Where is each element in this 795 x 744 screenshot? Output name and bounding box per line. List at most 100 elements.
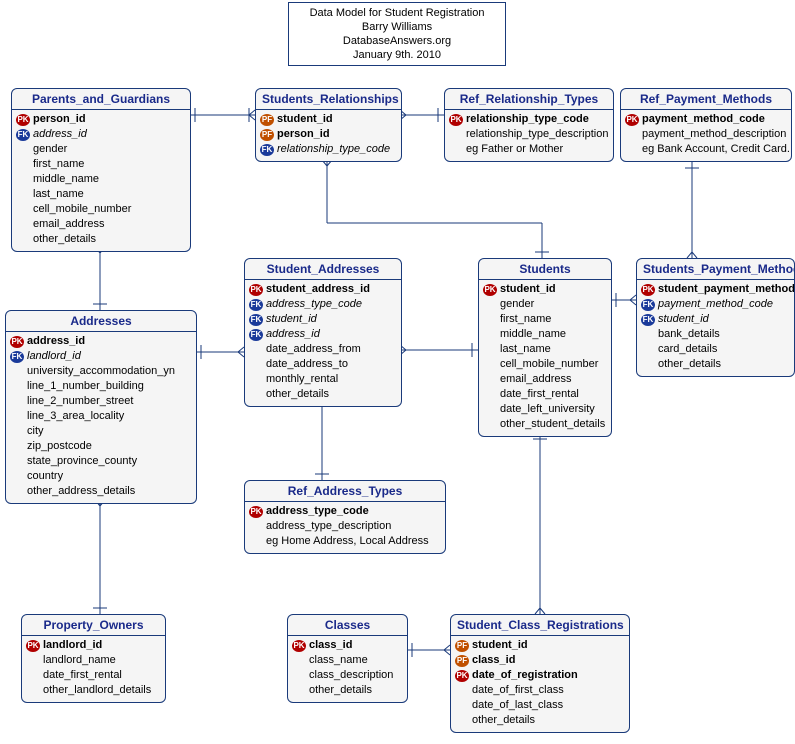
entity-title: Addresses — [6, 311, 196, 332]
column-name: last_name — [33, 187, 84, 202]
column-row: PKaddress_type_code — [249, 504, 441, 519]
entity-title: Parents_and_Guardians — [12, 89, 190, 110]
column-row: PKaddress_id — [10, 334, 192, 349]
column-row: country — [10, 469, 192, 484]
column-row: PKstudent_id — [483, 282, 607, 297]
column-name: line_3_area_locality — [27, 409, 124, 424]
entity-body: PKlandlord_idlandlord_namedate_first_ren… — [22, 636, 165, 702]
entity-body: PKstudent_idgenderfirst_namemiddle_namel… — [479, 280, 611, 436]
column-row: line_2_number_street — [10, 394, 192, 409]
diagram-title: Data Model for Student Registration Barr… — [288, 2, 506, 66]
column-name: class_description — [309, 668, 393, 683]
column-name: date_of_registration — [472, 668, 578, 683]
column-row: university_accommodation_yn — [10, 364, 192, 379]
column-row: address_type_description — [249, 519, 441, 534]
column-row: date_of_first_class — [455, 683, 625, 698]
column-row: PKperson_id — [16, 112, 186, 127]
entity-body: PKaddress_type_codeaddress_type_descript… — [245, 502, 445, 553]
column-row: last_name — [483, 342, 607, 357]
column-row: date_left_university — [483, 402, 607, 417]
column-name: person_id — [277, 127, 330, 142]
column-name: city — [27, 424, 44, 439]
column-row: eg Bank Account, Credit Card. — [625, 142, 787, 157]
column-row: FKaddress_id — [249, 327, 397, 342]
column-name: date_first_rental — [43, 668, 122, 683]
column-name: class_name — [309, 653, 368, 668]
column-name: state_province_county — [27, 454, 137, 469]
column-name: address_id — [33, 127, 87, 142]
column-row: FKstudent_id — [249, 312, 397, 327]
entity-student-addresses: Student_Addresses PKstudent_address_idFK… — [244, 258, 402, 407]
column-name: other_address_details — [27, 484, 135, 499]
column-row: middle_name — [16, 172, 186, 187]
entity-student-class-registrations: Student_Class_Registrations PFstudent_id… — [450, 614, 630, 733]
column-name: line_2_number_street — [27, 394, 133, 409]
column-name: address_type_code — [266, 297, 362, 312]
column-name: other_details — [266, 387, 329, 402]
column-name: last_name — [500, 342, 551, 357]
entity-body: PKrelationship_type_coderelationship_typ… — [445, 110, 613, 161]
column-name: student_id — [277, 112, 333, 127]
fk-icon: FK — [16, 129, 30, 141]
column-name: student_id — [658, 312, 709, 327]
entity-students-payment-methods: Students_Payment_Methods PKstudent_payme… — [636, 258, 795, 377]
column-row: line_1_number_building — [10, 379, 192, 394]
entity-title: Students_Payment_Methods — [637, 259, 794, 280]
entity-title: Ref_Payment_Methods — [621, 89, 791, 110]
entity-title: Property_Owners — [22, 615, 165, 636]
column-name: date_address_to — [266, 357, 348, 372]
entity-title: Ref_Address_Types — [245, 481, 445, 502]
pk-icon: PK — [455, 670, 469, 682]
column-row: first_name — [483, 312, 607, 327]
column-row: card_details — [641, 342, 790, 357]
column-row: FKaddress_type_code — [249, 297, 397, 312]
column-name: other_landlord_details — [43, 683, 151, 698]
column-name: landlord_id — [27, 349, 81, 364]
entity-classes: Classes PKclass_idclass_nameclass_descri… — [287, 614, 408, 703]
title-line: DatabaseAnswers.org — [299, 34, 495, 48]
column-name: monthly_rental — [266, 372, 338, 387]
column-row: PFstudent_id — [455, 638, 625, 653]
column-name: other_details — [33, 232, 96, 247]
column-row: bank_details — [641, 327, 790, 342]
entity-body: PKstudent_address_idFKaddress_type_codeF… — [245, 280, 401, 406]
entity-ref-address-types: Ref_Address_Types PKaddress_type_codeadd… — [244, 480, 446, 554]
entity-body: PFstudent_idPFclass_idPKdate_of_registra… — [451, 636, 629, 732]
column-row: FKpayment_method_code — [641, 297, 790, 312]
pk-icon: PK — [26, 640, 40, 652]
column-row: first_name — [16, 157, 186, 172]
entity-title: Ref_Relationship_Types — [445, 89, 613, 110]
entity-property-owners: Property_Owners PKlandlord_idlandlord_na… — [21, 614, 166, 703]
column-row: cell_mobile_number — [483, 357, 607, 372]
column-name: zip_postcode — [27, 439, 92, 454]
column-row: date_first_rental — [26, 668, 161, 683]
entity-title: Students_Relationships — [256, 89, 401, 110]
pk-icon: PK — [625, 114, 639, 126]
column-row: PFstudent_id — [260, 112, 397, 127]
column-name: date_left_university — [500, 402, 595, 417]
pf-icon: PF — [455, 640, 469, 652]
column-row: PKdate_of_registration — [455, 668, 625, 683]
column-name: line_1_number_building — [27, 379, 144, 394]
column-row: date_first_rental — [483, 387, 607, 402]
title-line: Barry Williams — [299, 20, 495, 34]
column-name: middle_name — [33, 172, 99, 187]
pf-icon: PF — [260, 114, 274, 126]
entity-ref-payment-methods: Ref_Payment_Methods PKpayment_method_cod… — [620, 88, 792, 162]
fk-icon: FK — [641, 314, 655, 326]
column-row: email_address — [16, 217, 186, 232]
column-row: landlord_name — [26, 653, 161, 668]
column-row: date_of_last_class — [455, 698, 625, 713]
column-name: first_name — [33, 157, 84, 172]
column-name: eg Bank Account, Credit Card. — [642, 142, 790, 157]
column-row: other_details — [292, 683, 403, 698]
column-row: class_name — [292, 653, 403, 668]
column-row: zip_postcode — [10, 439, 192, 454]
column-row: PKclass_id — [292, 638, 403, 653]
pk-icon: PK — [10, 336, 24, 348]
column-name: other_student_details — [500, 417, 605, 432]
column-name: class_id — [472, 653, 515, 668]
column-row: other_landlord_details — [26, 683, 161, 698]
column-row: date_address_from — [249, 342, 397, 357]
entity-body: PKpayment_method_codepayment_method_desc… — [621, 110, 791, 161]
